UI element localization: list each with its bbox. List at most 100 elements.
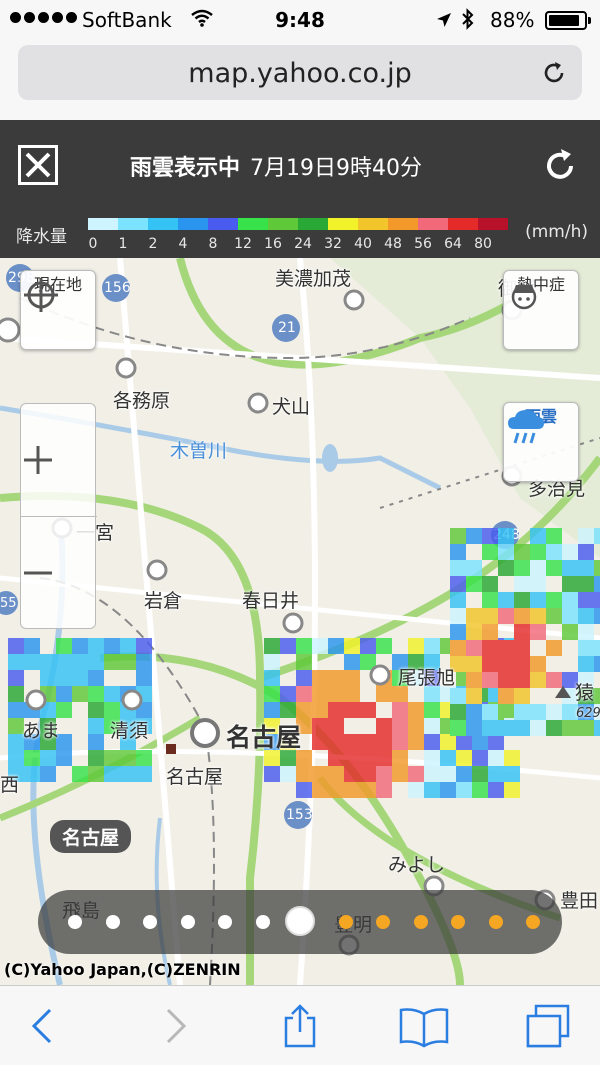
nagoya-badge[interactable]: 名古屋 — [50, 820, 132, 853]
rain-cell — [466, 656, 482, 672]
rain-cell — [546, 560, 562, 576]
rain-cell — [104, 686, 120, 702]
zoom-control — [20, 403, 97, 629]
rain-cell — [408, 766, 424, 782]
rain-cell — [296, 654, 312, 670]
rain-cell — [482, 704, 498, 720]
rain-cell — [392, 750, 408, 766]
rain-cell — [562, 624, 578, 640]
rain-cell — [376, 718, 392, 734]
rain-cell — [498, 640, 514, 656]
timeline-dot-past[interactable] — [105, 915, 120, 929]
rain-cell — [488, 734, 504, 750]
rain-cell — [360, 702, 376, 718]
timeline-dot-forecast[interactable] — [338, 915, 353, 929]
place-ama: あま — [22, 720, 61, 742]
rain-cell — [296, 782, 312, 798]
rain-cell — [40, 654, 56, 670]
rain-radar-map[interactable]: 156 21 153 248 298 55 美濃加茂 御嵩 各務原 — [0, 258, 600, 985]
timeline-dot-past[interactable] — [218, 915, 232, 929]
timeline-dot-forecast[interactable] — [488, 915, 503, 929]
timeline-dot-past[interactable] — [68, 915, 82, 929]
timeline-dot-past[interactable] — [255, 915, 270, 929]
rain-cell — [312, 686, 328, 702]
legend-tick: 12 — [234, 236, 252, 252]
legend-tick: 2 — [148, 236, 158, 252]
rain-cell — [408, 734, 424, 750]
rain-cell — [72, 638, 88, 654]
zoom-out-button[interactable] — [21, 517, 97, 629]
rain-cell — [594, 656, 600, 672]
precipitation-legend: 降水量 0 1 2 4 8 12 16 24 32 40 48 56 64 80 (mm/h) — [0, 212, 600, 258]
rain-cell — [312, 766, 328, 782]
tabs-icon[interactable] — [524, 1004, 570, 1048]
timeline-dot-forecast[interactable] — [376, 915, 390, 929]
timeline-handle[interactable] — [285, 906, 315, 936]
current-location-button[interactable]: 現在地 — [20, 270, 96, 350]
rain-cell — [530, 608, 546, 624]
rain-cell — [296, 670, 312, 686]
rain-cell — [530, 560, 546, 576]
rain-cell — [530, 720, 546, 736]
rain-cell — [88, 686, 104, 702]
rain-cell — [344, 766, 360, 782]
browser-address-area: map.yahoo.co.jp — [0, 38, 600, 120]
rain-cell — [328, 782, 344, 798]
battery-percent: 88% — [490, 8, 535, 32]
rain-cell — [360, 766, 376, 782]
rain-cell — [514, 656, 530, 672]
rain-cell — [514, 608, 530, 624]
forward-icon[interactable] — [152, 1004, 196, 1048]
timeline-dot-past[interactable] — [143, 915, 157, 929]
rain-cell — [56, 638, 72, 654]
heatstroke-button[interactable]: 熱中症 — [503, 270, 579, 350]
rain-cell — [498, 608, 514, 624]
rain-cell — [344, 750, 360, 766]
zoom-in-button[interactable] — [21, 404, 97, 516]
rain-cell — [514, 544, 530, 560]
timeline-dot-past[interactable] — [180, 915, 195, 929]
rain-cell — [482, 576, 498, 592]
place-nagoya-city: 名古屋 — [226, 723, 302, 752]
rain-cell — [344, 654, 360, 670]
rain-cell — [530, 624, 546, 640]
rain-cloud-button[interactable]: 雨雲 — [503, 402, 579, 482]
rain-cell — [482, 624, 498, 640]
back-icon[interactable] — [22, 1004, 66, 1048]
reload-icon[interactable] — [540, 59, 568, 87]
rain-cell — [466, 688, 482, 704]
timeline-dot-forecast[interactable] — [413, 915, 428, 929]
rain-cell — [392, 718, 408, 734]
rain-cell — [498, 560, 514, 576]
rain-cell — [466, 704, 482, 720]
rain-cell — [482, 544, 498, 560]
rain-cell — [450, 544, 466, 560]
rain-cell — [530, 672, 546, 688]
place-miyoshi: みよし — [388, 854, 446, 876]
timeline-dot-forecast[interactable] — [526, 915, 540, 929]
rain-cell — [562, 592, 578, 608]
rain-cell — [424, 718, 440, 734]
rain-cell — [594, 528, 600, 544]
url-text[interactable]: map.yahoo.co.jp — [18, 58, 582, 89]
rain-cell — [514, 672, 530, 688]
timeline-dot-forecast[interactable] — [451, 915, 465, 929]
time-slider[interactable] — [38, 890, 562, 954]
rain-cell — [498, 688, 514, 704]
rain-cell — [328, 670, 344, 686]
share-icon[interactable] — [278, 1004, 322, 1048]
rain-cell — [264, 654, 280, 670]
refresh-button[interactable] — [540, 146, 580, 186]
legend-tick: 8 — [208, 236, 218, 252]
address-bar[interactable]: map.yahoo.co.jp — [18, 45, 582, 100]
bookmarks-icon[interactable] — [398, 1004, 450, 1048]
legend-swatch — [178, 218, 208, 230]
legend-unit: (mm/h) — [525, 222, 588, 242]
legend-tick: 80 — [474, 236, 492, 252]
rain-cell — [450, 720, 466, 736]
rain-cell — [482, 608, 498, 624]
rain-cell — [328, 766, 344, 782]
close-button[interactable] — [18, 145, 58, 185]
rain-cell — [88, 654, 104, 670]
legend-tick: 0 — [88, 236, 98, 252]
